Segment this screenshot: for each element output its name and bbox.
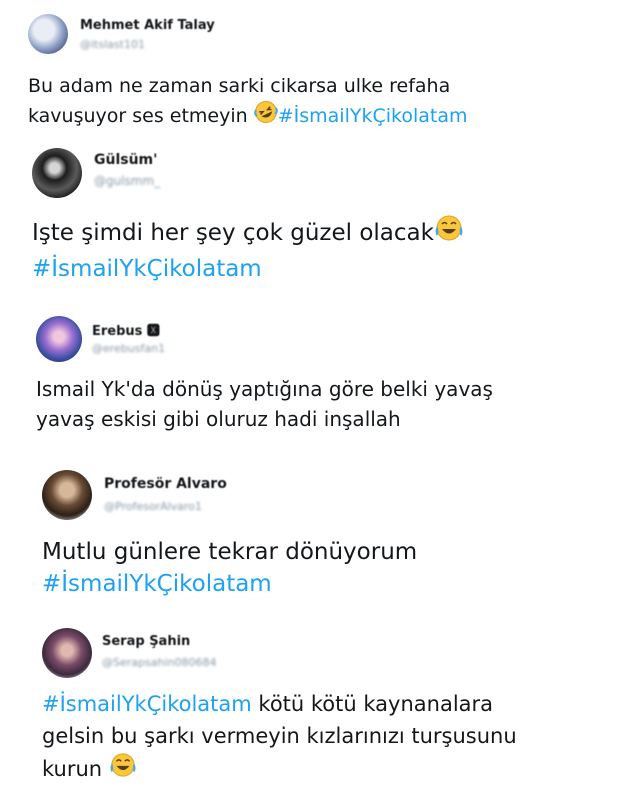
avatar[interactable] — [42, 628, 92, 678]
avatar[interactable] — [28, 14, 68, 54]
tweet-line: Işte şimdi her şey çok güzel olacak — [32, 214, 464, 252]
tweet-line: Bu adam ne zaman sarki cikarsa ulke refa… — [28, 75, 451, 97]
tweet-line: yavaş eskisi gibi oluruz hadi inşallah — [36, 407, 401, 431]
tweet-line-text: kavuşuyor ses etmeyin — [28, 105, 254, 127]
display-name[interactable]: Erebus 🆇 — [92, 320, 160, 339]
tweet-text: Bu adam ne zaman sarki cikarsa ulke refa… — [28, 72, 468, 132]
tweet-text: Mutlu günlere tekrar dönüyorum #İsmailYk… — [42, 536, 417, 600]
display-name[interactable]: Mehmet Akif Talay — [80, 18, 215, 33]
tweet-line-text: kötü kötü kaynanalara — [251, 692, 494, 716]
tweet-line-text: Işte şimdi her şey çok güzel olacak — [32, 220, 434, 246]
tweet-text: Ismail Yk'da dönüş yaptığına göre belki … — [36, 374, 493, 434]
tweet-line: Ismail Yk'da dönüş yaptığına göre belki … — [36, 377, 493, 401]
avatar[interactable] — [36, 316, 82, 362]
hashtag-link[interactable]: #İsmailYkÇikolatam — [42, 692, 252, 716]
tweet-line-text: kurun — [42, 757, 109, 781]
avatar[interactable] — [42, 470, 92, 520]
display-name[interactable]: Gülsüm' — [94, 152, 157, 168]
face-with-tears-of-joy-icon — [434, 214, 464, 252]
display-name[interactable]: Profesör Alvaro — [104, 476, 227, 492]
hashtag-link[interactable]: #İsmailYkÇikolatam — [278, 105, 468, 127]
avatar[interactable] — [32, 148, 82, 198]
tweet-2: Gülsüm' @gulsmm_ Işte şimdi her şey çok … — [0, 140, 640, 310]
tweet-3: Erebus 🆇 @erebusfan1 Ismail Yk'da dönüş … — [0, 310, 640, 450]
user-handle[interactable]: @erebusfan1 — [92, 342, 165, 355]
face-with-tears-of-joy-icon — [109, 752, 137, 787]
tweet-text: Işte şimdi her şey çok güzel olacak #İsm… — [32, 214, 464, 286]
rolling-on-floor-laughing-icon — [253, 100, 278, 132]
hashtag-link[interactable]: #İsmailYkÇikolatam — [42, 568, 417, 600]
tweet-text: #İsmailYkÇikolatam kötü kötü kaynanalara… — [42, 688, 517, 787]
user-handle[interactable]: @ProfesorAlvaro1 — [104, 500, 202, 513]
tweet-4: Profesör Alvaro @ProfesorAlvaro1 Mutlu g… — [0, 460, 640, 610]
display-name[interactable]: Serap Şahin — [102, 634, 190, 649]
tweet-line: Mutlu günlere tekrar dönüyorum — [42, 539, 418, 565]
tweet-line: #İsmailYkÇikolatam kötü kötü kaynanalara — [42, 688, 517, 720]
tweet-line: gelsin bu şarkı vermeyin kızlarınızı tur… — [42, 724, 517, 748]
tweet-5: Serap Şahin @Serapsahin080684 #İsmailYkÇ… — [0, 620, 640, 798]
user-handle[interactable]: @gulsmm_ — [94, 174, 160, 188]
tweet-1: Mehmet Akif Talay @itslast101 Bu adam ne… — [0, 0, 640, 140]
user-handle[interactable]: @itslast101 — [80, 38, 145, 51]
tweet-line: kavuşuyor ses etmeyin #İsmailYkÇikolatam — [28, 100, 468, 132]
hashtag-link[interactable]: #İsmailYkÇikolatam — [32, 252, 464, 286]
user-handle[interactable]: @Serapsahin080684 — [102, 656, 216, 669]
tweet-line: kurun — [42, 752, 517, 787]
